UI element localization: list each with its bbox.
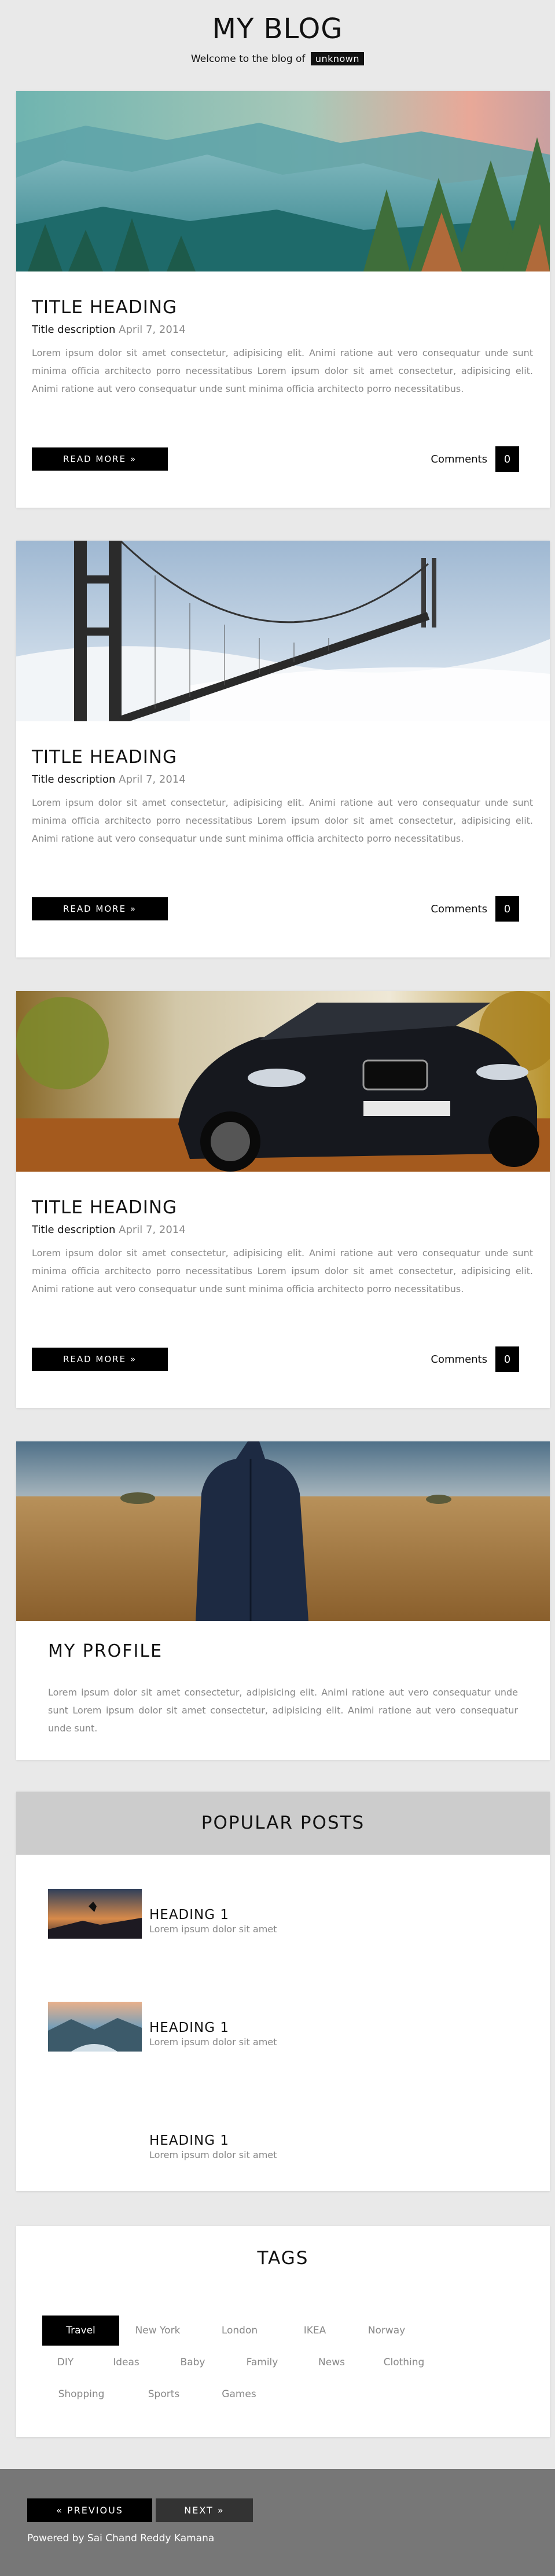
forest-landscape-image [16, 91, 550, 271]
blog-post-card: TITLE HEADING Title description April 7,… [16, 91, 550, 508]
profile-body: Lorem ipsum dolor sit amet consectetur, … [48, 1687, 518, 1734]
blog-post-card: TITLE HEADING Title description April 7,… [16, 991, 550, 1408]
tags-card: TAGS Travel New York London IKEA Norway … [16, 2226, 550, 2437]
subtitle-text: Welcome to the blog of [190, 53, 306, 65]
popular-post-heading: HEADING 1 [149, 2133, 230, 2148]
read-more-button[interactable]: READ MORE » [32, 447, 168, 471]
previous-button[interactable]: « PREVIOUS [27, 2498, 152, 2522]
comments-label: Comments [431, 453, 487, 465]
post-title: TITLE HEADING [32, 747, 178, 768]
comments-count-badge: 0 [495, 1346, 519, 1372]
tag-shopping[interactable]: Shopping [42, 2379, 120, 2409]
post-subline: Title description April 7, 2014 [32, 1224, 186, 1236]
popular-post-text: HEADING 1 Lorem ipsum dolor sit amet [149, 2133, 277, 2160]
tag-family[interactable]: Family [230, 2347, 294, 2377]
popular-post-item[interactable]: HEADING 1 Lorem ipsum dolor sit amet [48, 2115, 518, 2167]
comments-count-badge: 0 [495, 896, 519, 922]
popular-post-description: Lorem ipsum dolor sit amet [149, 2149, 277, 2160]
mountain-lake-thumbnail [48, 2002, 142, 2052]
footer-credit: Powered by Sai Chand Reddy Kamana [27, 2533, 215, 2544]
site-title: MY BLOG [212, 13, 343, 45]
read-more-button[interactable]: READ MORE » [32, 897, 168, 920]
blog-post-card: TITLE HEADING Title description April 7,… [16, 541, 550, 957]
site-subtitle: Welcome to the blog of unknown [0, 52, 555, 65]
username-badge: unknown [310, 52, 365, 65]
site-footer: « PREVIOUS NEXT » Powered by Sai Chand R… [0, 2469, 555, 2576]
black-car-image [16, 991, 550, 1172]
popular-posts-card: POPULAR POSTS HEADING 1 Lorem ipsum dolo… [16, 1792, 550, 2191]
popular-post-heading: HEADING 1 [149, 1907, 230, 1922]
popular-post-item[interactable]: HEADING 1 Lorem ipsum dolor sit amet [48, 2002, 518, 2054]
golden-gate-bridge-image [16, 541, 550, 721]
popular-posts-header: POPULAR POSTS [16, 1792, 550, 1855]
post-body: Lorem ipsum dolor sit amet consectetur, … [32, 797, 533, 844]
tag-new-york[interactable]: New York [119, 2316, 196, 2346]
comments-link[interactable]: Comments 0 [431, 446, 519, 472]
post-title: TITLE HEADING [32, 1197, 178, 1218]
popular-post-text: HEADING 1 Lorem ipsum dolor sit amet [149, 2020, 277, 2047]
popular-post-description: Lorem ipsum dolor sit amet [149, 2036, 277, 2047]
person-in-field-image [16, 1441, 550, 1621]
popular-posts-title: POPULAR POSTS [201, 1812, 365, 1833]
post-description: Title description [32, 773, 116, 786]
post-body: Lorem ipsum dolor sit amet consectetur, … [32, 1247, 533, 1294]
profile-card: MY PROFILE Lorem ipsum dolor sit amet co… [16, 1441, 550, 1760]
tag-norway[interactable]: Norway [352, 2316, 421, 2346]
tag-ideas[interactable]: Ideas [97, 2347, 155, 2377]
comments-label: Comments [431, 1353, 487, 1366]
post-description: Title description [32, 324, 116, 336]
post-body: Lorem ipsum dolor sit amet consectetur, … [32, 347, 533, 394]
tag-news[interactable]: News [306, 2347, 358, 2377]
post-date: April 7, 2014 [119, 324, 186, 336]
popular-post-text: HEADING 1 Lorem ipsum dolor sit amet [149, 1907, 277, 1935]
popular-post-description: Lorem ipsum dolor sit amet [149, 1924, 277, 1935]
tag-baby[interactable]: Baby [167, 2347, 219, 2377]
post-description: Title description [32, 1224, 116, 1236]
profile-heading: MY PROFILE [48, 1641, 163, 1661]
sunset-jump-thumbnail [48, 1889, 142, 1939]
tag-diy[interactable]: DIY [42, 2347, 89, 2377]
popular-post-heading: HEADING 1 [149, 2020, 230, 2035]
tag-london[interactable]: London [205, 2316, 274, 2346]
tag-ikea[interactable]: IKEA [286, 2316, 344, 2346]
comments-link[interactable]: Comments 0 [431, 896, 519, 922]
tag-games[interactable]: Games [207, 2379, 271, 2409]
comments-label: Comments [431, 902, 487, 915]
post-subline: Title description April 7, 2014 [32, 773, 186, 786]
read-more-button[interactable]: READ MORE » [32, 1348, 168, 1371]
post-subline: Title description April 7, 2014 [32, 324, 186, 336]
tag-travel[interactable]: Travel [42, 2316, 119, 2346]
comments-count-badge: 0 [495, 446, 519, 472]
post-date: April 7, 2014 [119, 1224, 186, 1236]
tags-title: TAGS [257, 2248, 309, 2269]
popular-post-item[interactable]: HEADING 1 Lorem ipsum dolor sit amet [48, 1889, 518, 1941]
post-date: April 7, 2014 [119, 773, 186, 786]
next-button[interactable]: NEXT » [156, 2498, 253, 2522]
tag-clothing[interactable]: Clothing [369, 2347, 439, 2377]
comments-link[interactable]: Comments 0 [431, 1346, 519, 1372]
post-title: TITLE HEADING [32, 297, 178, 318]
tag-sports[interactable]: Sports [132, 2379, 196, 2409]
site-header: MY BLOG Welcome to the blog of unknown [0, 0, 555, 74]
